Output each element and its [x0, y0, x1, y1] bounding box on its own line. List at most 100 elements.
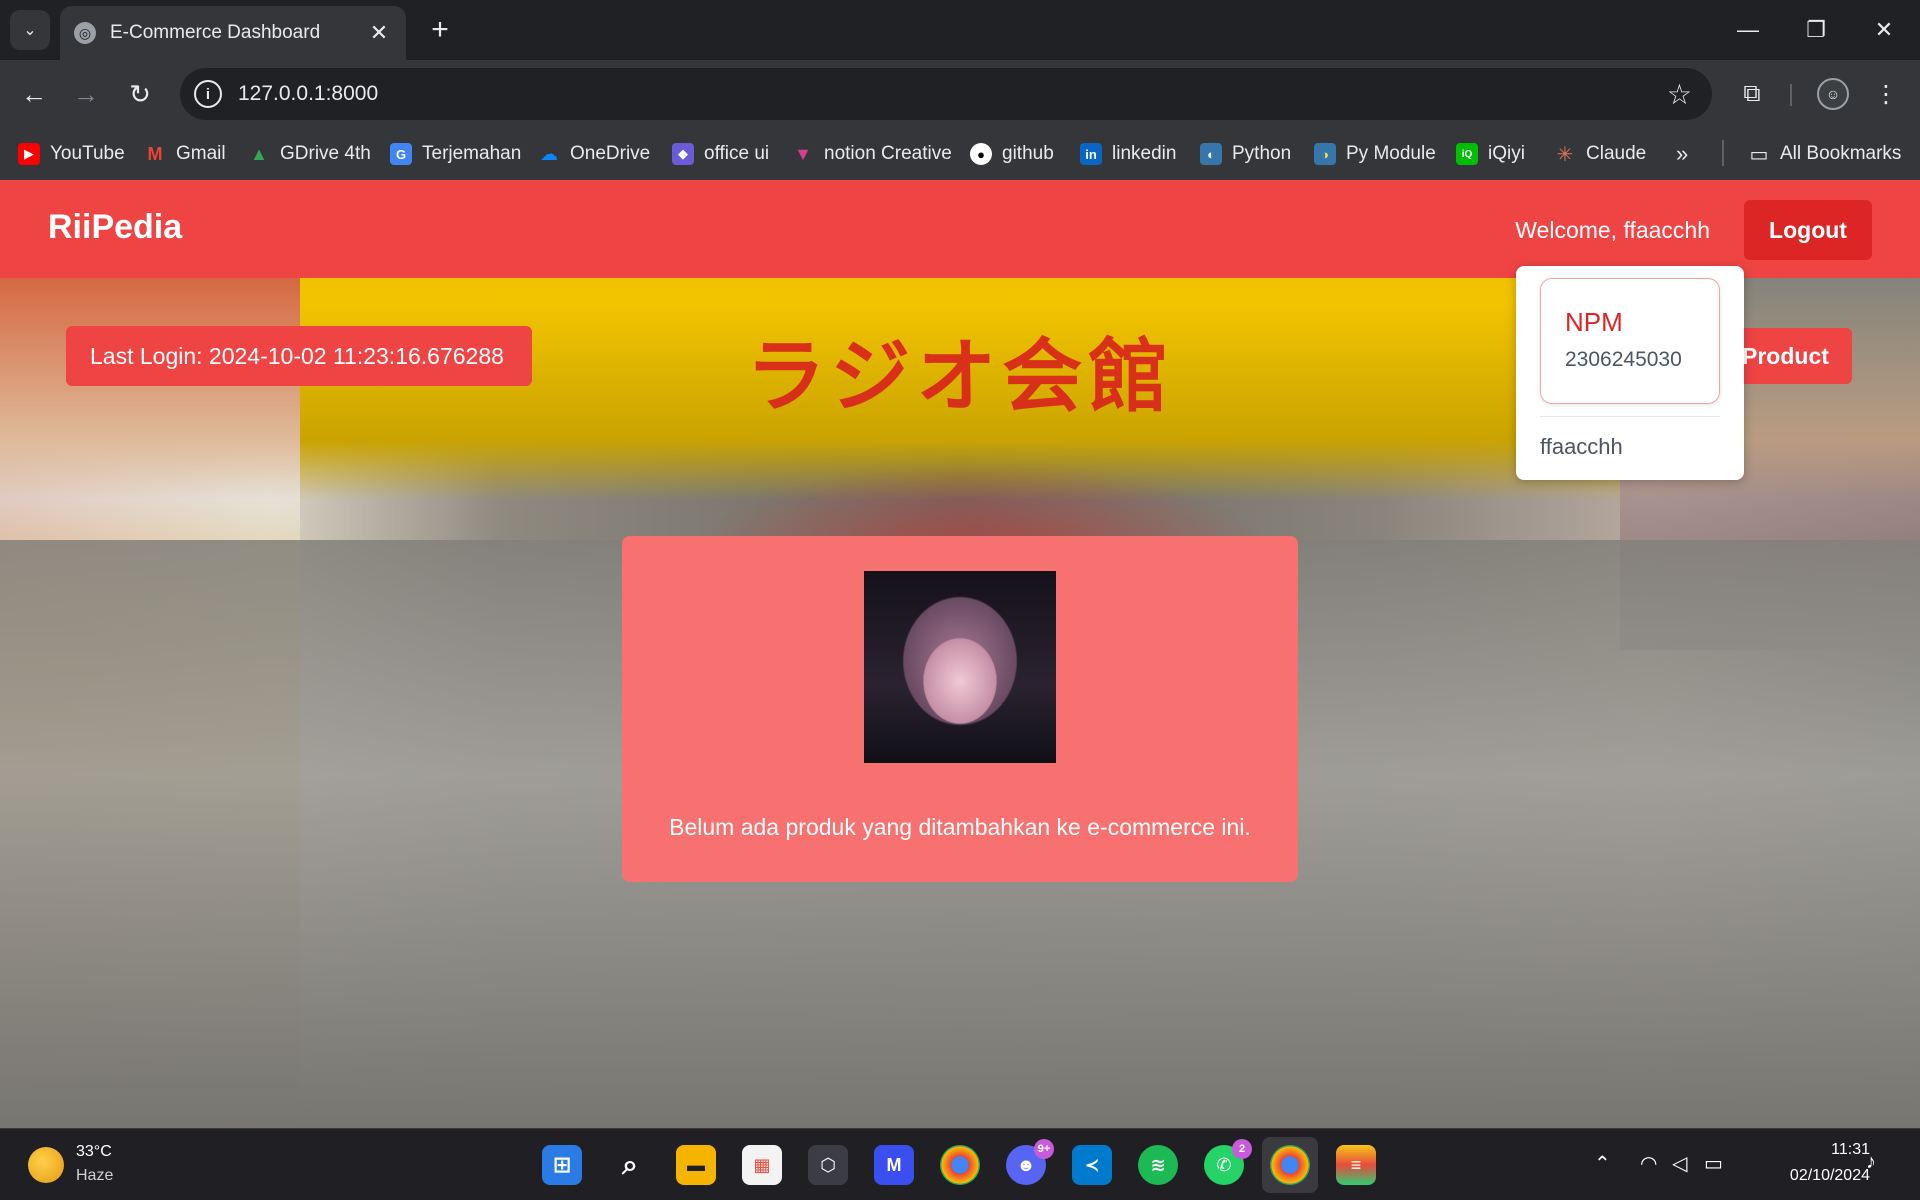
- close-window-button[interactable]: ✕: [1858, 8, 1910, 52]
- bookmark-label: YouTube: [50, 143, 125, 164]
- minimize-icon: —: [1737, 17, 1759, 42]
- discord-icon: ☻: [1016, 1154, 1036, 1175]
- bell-icon: ♪: [1866, 1151, 1876, 1173]
- show-hidden-icons-button[interactable]: ⌃: [1594, 1151, 1611, 1176]
- bookmark-star-icon[interactable]: ☆: [1667, 78, 1692, 111]
- brand-logo[interactable]: RiiPedia: [48, 208, 182, 247]
- background-photo-sign: ラジオ会館: [745, 330, 1175, 423]
- unity-hub-button[interactable]: ⬡: [808, 1145, 848, 1185]
- notifications-button[interactable]: ♪: [1866, 1151, 1876, 1174]
- youtube-icon: ▶: [18, 143, 40, 165]
- bookmarks-bar: ▶ YouTube M Gmail ▲ GDrive 4th G Terjemahan …: [0, 128, 1920, 180]
- chrome-button[interactable]: [940, 1145, 980, 1185]
- file-explorer-button[interactable]: ▬: [676, 1145, 716, 1185]
- bluestacks-button[interactable]: ≡: [1336, 1145, 1376, 1185]
- extensions-button[interactable]: ⧉: [1732, 74, 1772, 114]
- logout-button[interactable]: Logout: [1744, 200, 1872, 260]
- profile-avatar[interactable]: ☺: [1817, 78, 1849, 110]
- restore-button[interactable]: ❐: [1790, 8, 1842, 52]
- bookmark-python[interactable]: ◐ Python: [1200, 140, 1291, 168]
- forward-button[interactable]: →: [66, 74, 106, 114]
- battery-charging-icon: ▭: [1704, 1153, 1723, 1175]
- url-text[interactable]: 127.0.0.1:8000: [238, 82, 1667, 106]
- browser-menu-button[interactable]: ⋮: [1868, 74, 1904, 114]
- chrome-profile-button[interactable]: [1270, 1145, 1310, 1185]
- minimize-button[interactable]: —: [1722, 8, 1774, 52]
- microsoft-store-button[interactable]: ▦: [742, 1145, 782, 1185]
- npm-value: 2306245030: [1565, 348, 1682, 371]
- bookmark-label: Claude: [1586, 143, 1647, 164]
- whatsapp-button[interactable]: ✆ 2: [1204, 1139, 1252, 1185]
- bookmark-claude[interactable]: ✳ Claude: [1554, 140, 1647, 168]
- browser-toolbar: ← → ↻ i 127.0.0.1:8000 ☆ ⧉ ☺ ⋮: [0, 60, 1920, 128]
- python-icon: ◐: [1200, 143, 1222, 165]
- whatsapp-icon: ✆: [1216, 1154, 1232, 1175]
- bookmark-office-ui[interactable]: ◆ office ui: [672, 140, 769, 168]
- gdrive-icon: ▲: [250, 143, 268, 164]
- notion-creative-icon: ▼: [794, 143, 812, 164]
- weather-condition[interactable]: Haze: [76, 1167, 113, 1185]
- modrinth-button[interactable]: M: [874, 1145, 914, 1185]
- bookmark-py-module[interactable]: ◑ Py Module: [1314, 140, 1436, 168]
- reload-button[interactable]: ↻: [120, 74, 160, 114]
- bookmark-label: Py Module: [1346, 143, 1436, 164]
- bookmark-youtube[interactable]: ▶ YouTube: [18, 140, 125, 168]
- browser-tab-active[interactable]: ◎ E-Commerce Dashboard ✕: [60, 6, 406, 60]
- bookmark-label: OneDrive: [570, 143, 651, 164]
- empty-products-card: Belum ada produk yang ditambahkan ke e-c…: [622, 536, 1298, 882]
- wifi-icon: ◠: [1640, 1153, 1658, 1175]
- start-button[interactable]: ⊞: [542, 1145, 582, 1185]
- npm-label: NPM: [1565, 307, 1623, 337]
- weather-temperature[interactable]: 33°C: [76, 1143, 112, 1161]
- bookmark-linkedin[interactable]: in linkedin: [1080, 140, 1176, 168]
- spotify-button[interactable]: ≋: [1138, 1145, 1178, 1185]
- web-page: ラジオ会館 RiiPedia Welcome, ffaacchh Logout …: [0, 180, 1920, 1128]
- discord-notification-badge: 9+: [1034, 1139, 1054, 1159]
- speaker-icon: ◁: [1672, 1153, 1688, 1175]
- bookmark-notion-creative[interactable]: ▼ notion Creative: [792, 140, 952, 168]
- back-button[interactable]: ←: [14, 74, 54, 114]
- discord-button[interactable]: ☻ 9+: [1006, 1139, 1054, 1185]
- tab-search-button[interactable]: ⌄: [10, 10, 50, 50]
- toolbar-divider: [1790, 84, 1792, 106]
- empty-products-message: Belum ada produk yang ditambahkan ke e-c…: [669, 814, 1251, 840]
- address-bar[interactable]: i 127.0.0.1:8000 ☆: [180, 68, 1712, 120]
- globe-icon: ◎: [74, 22, 96, 44]
- linkedin-icon: in: [1080, 143, 1102, 165]
- puzzle-icon: ⧉: [1743, 80, 1761, 107]
- bookmark-label: Gmail: [176, 143, 226, 164]
- wifi-button[interactable]: ◠: [1640, 1151, 1657, 1176]
- clock-time[interactable]: 11:31: [1760, 1141, 1870, 1159]
- bookmark-terjemahan[interactable]: G Terjemahan: [390, 140, 521, 168]
- translate-icon: G: [390, 143, 412, 165]
- welcome-text[interactable]: Welcome, ffaacchh: [1500, 217, 1710, 244]
- site-info-icon[interactable]: i: [194, 80, 222, 108]
- bookmark-github[interactable]: ● github: [970, 140, 1054, 168]
- close-icon[interactable]: ✕: [366, 20, 392, 46]
- bookmark-gmail[interactable]: M Gmail: [144, 140, 226, 168]
- chevron-down-icon: ⌄: [23, 22, 37, 39]
- battery-button[interactable]: ▭: [1704, 1151, 1723, 1176]
- vscode-button[interactable]: ≺: [1072, 1145, 1112, 1185]
- bookmark-label: GDrive 4th: [280, 143, 371, 164]
- bookmark-gdrive[interactable]: ▲ GDrive 4th: [248, 140, 371, 168]
- m-logo-icon: M: [886, 1154, 902, 1175]
- volume-button[interactable]: ◁: [1672, 1151, 1687, 1176]
- search-button[interactable]: ⌕: [610, 1145, 650, 1185]
- unity-icon: ⬡: [820, 1154, 836, 1175]
- all-bookmarks-button[interactable]: ▭ All Bookmarks: [1748, 140, 1902, 168]
- restore-icon: ❐: [1806, 17, 1826, 42]
- bookmark-iqiyi[interactable]: iQ iQiyi: [1456, 140, 1525, 168]
- bookmark-onedrive[interactable]: ☁ OneDrive: [538, 140, 650, 168]
- folder-icon: ▬: [687, 1154, 705, 1175]
- new-tab-button[interactable]: +: [422, 12, 458, 48]
- clock-date[interactable]: 02/10/2024: [1760, 1167, 1870, 1185]
- reload-icon: ↻: [129, 78, 151, 109]
- more-bookmarks-button[interactable]: »: [1676, 140, 1688, 168]
- office-icon: ◆: [672, 143, 694, 165]
- popup-username: ffaacchh: [1540, 434, 1623, 459]
- empty-state-image: [864, 571, 1056, 763]
- tab-title: E-Commerce Dashboard: [110, 22, 321, 43]
- weather-haze-icon[interactable]: [28, 1147, 64, 1183]
- close-window-icon: ✕: [1874, 17, 1894, 42]
